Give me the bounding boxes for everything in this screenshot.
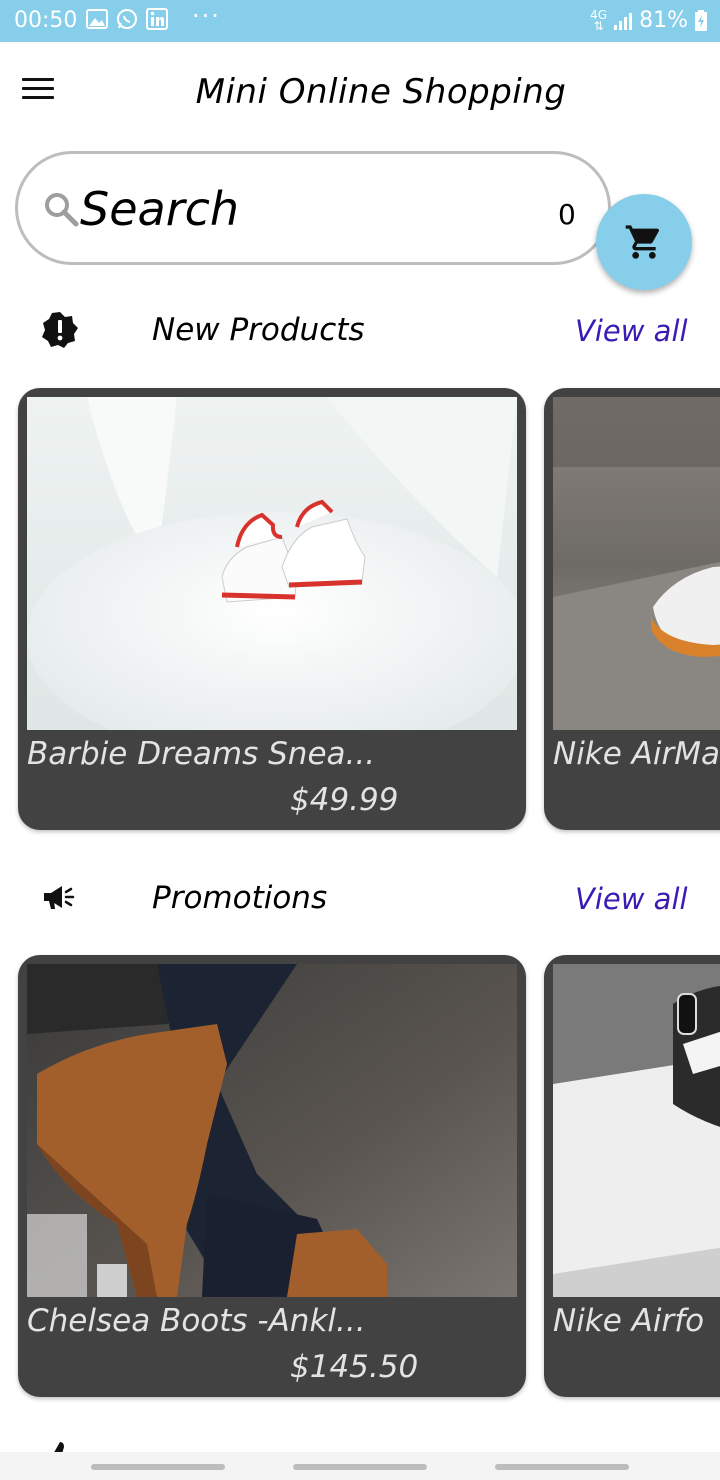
signal-icon (614, 12, 633, 30)
app-title: Mini Online Shopping (195, 72, 567, 112)
new-products-header: New Products View all (0, 298, 720, 368)
product-card[interactable]: Nike AirMa (544, 388, 720, 830)
system-indicators: 4G ⇅ 81% (590, 8, 708, 33)
product-card[interactable]: Nike Airfo (544, 955, 720, 1397)
cart-button[interactable] (596, 194, 692, 290)
product-image (27, 397, 517, 730)
shopping-cart-icon (625, 225, 660, 259)
battery-charging-icon (695, 9, 707, 31)
whatsapp-icon (117, 9, 137, 29)
view-all-link[interactable]: View all (575, 314, 688, 348)
product-card[interactable]: Chelsea Boots -Ankl... $145.50 (18, 955, 526, 1397)
battery-percent: 81% (639, 8, 688, 33)
megaphone-icon (44, 886, 75, 909)
status-bar: 00:50 ··· 4G ⇅ 81% (0, 0, 720, 42)
product-image (553, 964, 720, 1297)
product-name: Barbie Dreams Snea... (27, 736, 376, 772)
gallery-icon (86, 9, 108, 29)
back-button[interactable] (495, 1464, 629, 1470)
promotions-header: Promotions View all (0, 866, 720, 936)
notification-icons (86, 8, 168, 30)
app-bar: Mini Online Shopping (0, 42, 720, 140)
product-image (27, 964, 517, 1297)
product-name: Chelsea Boots -Ankl... (27, 1303, 366, 1339)
product-card[interactable]: Barbie Dreams Snea... $49.99 (18, 388, 526, 830)
product-name: Nike Airfo (553, 1303, 705, 1339)
status-time: 00:50 (14, 8, 78, 33)
section-title: New Products (152, 312, 365, 348)
alert-badge-icon (42, 312, 78, 348)
cart-count: 0 (558, 198, 576, 231)
product-price: $145.50 (290, 1349, 419, 1385)
search-bar[interactable]: Search 0 (15, 151, 611, 265)
product-name: Nike AirMa (553, 736, 720, 772)
more-notifications-icon: ··· (192, 2, 221, 30)
network-type: 4G ⇅ (590, 7, 608, 33)
product-price: $49.99 (290, 782, 399, 818)
home-button[interactable] (293, 1464, 427, 1470)
product-image (553, 397, 720, 730)
system-nav-bar (0, 1452, 720, 1480)
linkedin-icon (146, 8, 168, 30)
recent-apps-button[interactable] (91, 1464, 225, 1470)
view-all-link[interactable]: View all (575, 882, 688, 916)
search-icon (45, 193, 79, 227)
search-label: Search (80, 182, 240, 236)
section-title: Promotions (152, 880, 328, 916)
